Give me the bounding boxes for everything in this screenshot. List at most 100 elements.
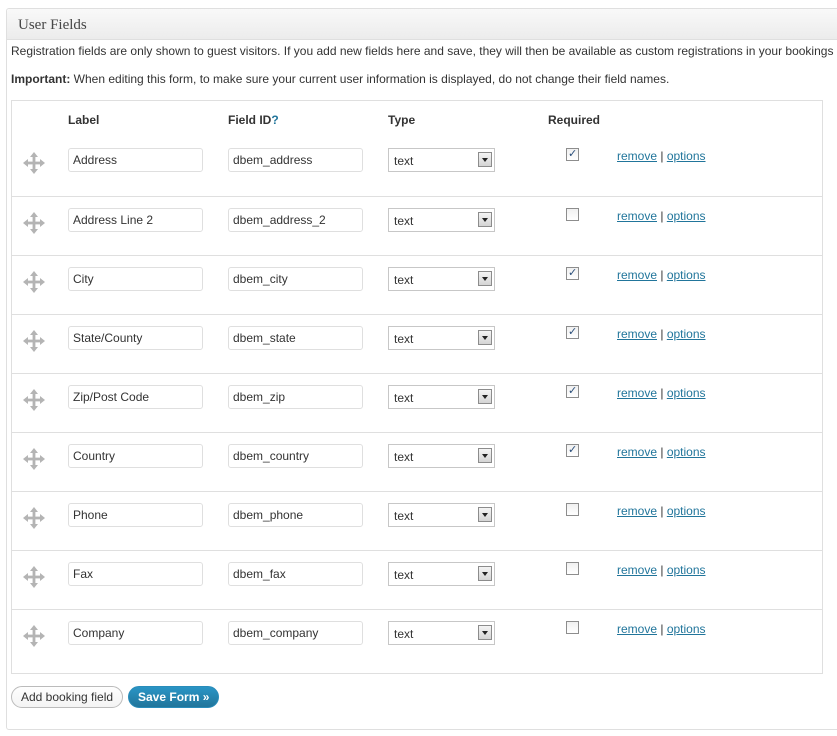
column-header-type: Type (388, 113, 416, 127)
required-checkbox[interactable]: ✓ (566, 267, 579, 280)
field-row: Zip/Post Code dbem_zip text ✓ remove | optio… (12, 373, 822, 432)
label-input[interactable]: Fax (68, 562, 203, 586)
panel-header (7, 9, 837, 40)
required-checkbox[interactable]: ✓ (566, 148, 579, 161)
options-link[interactable]: options (667, 149, 706, 163)
options-link[interactable]: options (667, 268, 706, 282)
options-link[interactable]: options (667, 386, 706, 400)
options-link[interactable]: options (667, 445, 706, 459)
required-checkbox[interactable]: ✓ (566, 621, 579, 634)
chevron-down-icon[interactable] (478, 330, 492, 345)
move-arrows-icon[interactable] (22, 447, 46, 471)
label-input[interactable]: Phone (68, 503, 203, 527)
remove-link[interactable]: remove (617, 563, 657, 577)
row-actions: remove | options (617, 268, 706, 282)
required-checkbox[interactable]: ✓ (566, 326, 579, 339)
field-id-input[interactable]: dbem_city (228, 267, 363, 291)
field-id-input[interactable]: dbem_zip (228, 385, 363, 409)
field-row: Address Line 2 dbem_address_2 text ✓ remove … (12, 196, 822, 255)
field-id-input[interactable]: dbem_country (228, 444, 363, 468)
field-id-input[interactable]: dbem_fax (228, 562, 363, 586)
type-select[interactable]: text (388, 562, 495, 586)
type-select[interactable]: text (388, 208, 495, 232)
field-id-input[interactable]: dbem_address_2 (228, 208, 363, 232)
field-id-input[interactable]: dbem_phone (228, 503, 363, 527)
row-actions: remove | options (617, 504, 706, 518)
checkmark-icon: ✓ (568, 148, 578, 160)
type-select[interactable]: text (388, 267, 495, 291)
field-row: Address dbem_address text ✓ remove | options (12, 137, 822, 196)
column-header-field-id: Field ID? (228, 113, 279, 127)
action-separator: | (657, 149, 667, 163)
field-id-input[interactable]: dbem_state (228, 326, 363, 350)
options-link[interactable]: options (667, 622, 706, 636)
move-arrows-icon[interactable] (22, 388, 46, 412)
row-actions: remove | options (617, 622, 706, 636)
options-link[interactable]: options (667, 504, 706, 518)
chevron-down-icon[interactable] (478, 625, 492, 640)
move-arrows-icon[interactable] (22, 329, 46, 353)
remove-link[interactable]: remove (617, 622, 657, 636)
field-id-input[interactable]: dbem_company (228, 621, 363, 645)
move-arrows-icon[interactable] (22, 151, 46, 175)
row-actions: remove | options (617, 209, 706, 223)
type-select[interactable]: text (388, 385, 495, 409)
label-input[interactable]: Company (68, 621, 203, 645)
field-row: City dbem_city text ✓ remove | options (12, 255, 822, 314)
options-link[interactable]: options (667, 327, 706, 341)
options-link[interactable]: options (667, 563, 706, 577)
move-arrows-icon[interactable] (22, 624, 46, 648)
required-checkbox[interactable]: ✓ (566, 562, 579, 575)
remove-link[interactable]: remove (617, 386, 657, 400)
type-select-value: text (394, 332, 414, 346)
chevron-down-icon[interactable] (478, 212, 492, 227)
options-link[interactable]: options (667, 209, 706, 223)
remove-link[interactable]: remove (617, 504, 657, 518)
chevron-down-icon[interactable] (478, 389, 492, 404)
chevron-down-icon[interactable] (478, 566, 492, 581)
type-select[interactable]: text (388, 503, 495, 527)
chevron-down-icon[interactable] (478, 152, 492, 167)
label-input[interactable]: Address Line 2 (68, 208, 203, 232)
action-separator: | (657, 445, 667, 459)
required-checkbox[interactable]: ✓ (566, 385, 579, 398)
type-select[interactable]: text (388, 326, 495, 350)
required-checkbox[interactable]: ✓ (566, 503, 579, 516)
move-arrows-icon[interactable] (22, 211, 46, 235)
required-checkbox[interactable]: ✓ (566, 208, 579, 221)
type-select-value: text (394, 391, 414, 405)
type-select[interactable]: text (388, 148, 495, 172)
label-input[interactable]: Zip/Post Code (68, 385, 203, 409)
remove-link[interactable]: remove (617, 327, 657, 341)
type-select[interactable]: text (388, 621, 495, 645)
remove-link[interactable]: remove (617, 268, 657, 282)
label-input[interactable]: Address (68, 148, 203, 172)
chevron-down-icon[interactable] (478, 507, 492, 522)
remove-link[interactable]: remove (617, 209, 657, 223)
field-id-help-link[interactable]: ? (271, 113, 278, 127)
add-booking-field-button[interactable]: Add booking field (11, 686, 124, 708)
chevron-down-icon[interactable] (478, 271, 492, 286)
type-select-value: text (394, 450, 414, 464)
remove-link[interactable]: remove (617, 149, 657, 163)
field-row: Country dbem_country text ✓ remove | options (12, 432, 822, 491)
move-arrows-icon[interactable] (22, 270, 46, 294)
column-header-required: Required (548, 113, 601, 127)
important-label: Important: (11, 72, 71, 86)
important-note: Important: When editing this form, to ma… (11, 72, 669, 86)
type-select-value: text (394, 273, 414, 287)
type-select[interactable]: text (388, 444, 495, 468)
action-separator: | (657, 327, 667, 341)
label-input[interactable]: State/County (68, 326, 203, 350)
save-form-button[interactable]: Save Form » (128, 686, 220, 708)
field-id-input[interactable]: dbem_address (228, 148, 363, 172)
move-arrows-icon[interactable] (22, 506, 46, 530)
label-input[interactable]: City (68, 267, 203, 291)
field-id-header-text: Field ID (228, 113, 272, 127)
column-header-label: Label (68, 113, 100, 127)
label-input[interactable]: Country (68, 444, 203, 468)
remove-link[interactable]: remove (617, 445, 657, 459)
required-checkbox[interactable]: ✓ (566, 444, 579, 457)
chevron-down-icon[interactable] (478, 448, 492, 463)
move-arrows-icon[interactable] (22, 565, 46, 589)
